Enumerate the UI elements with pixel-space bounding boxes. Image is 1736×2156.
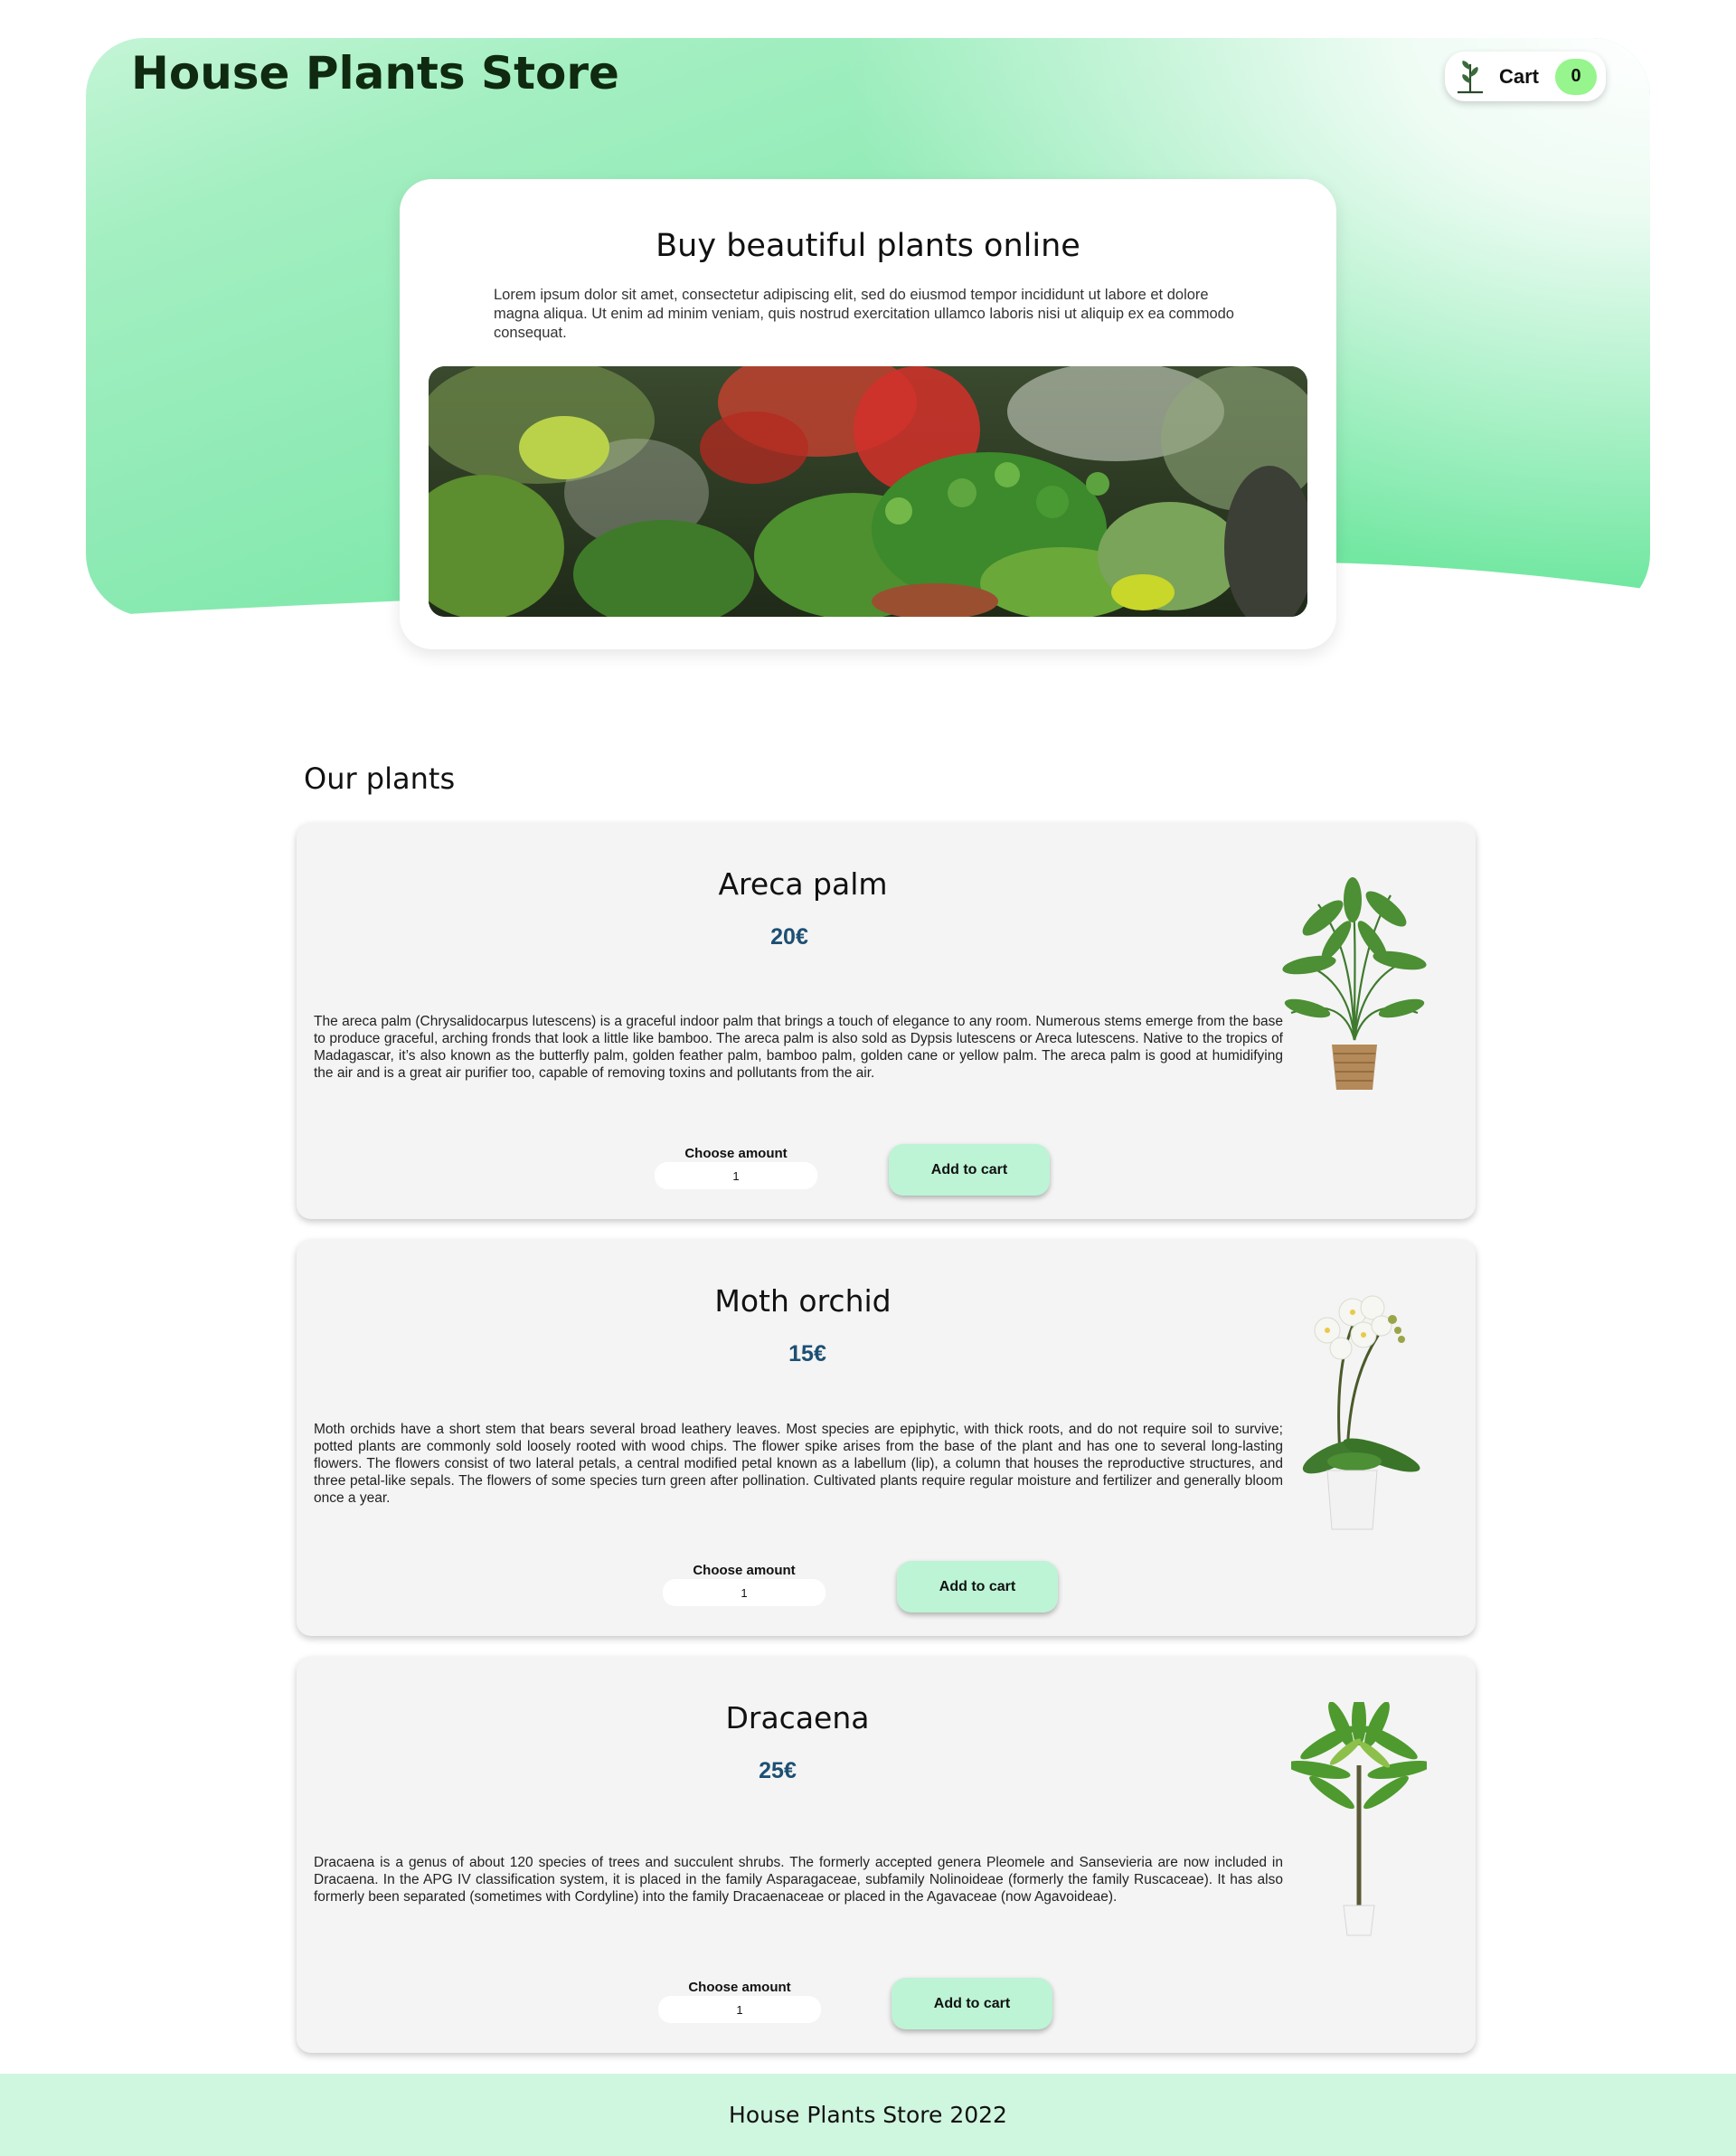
amount-label: Choose amount: [688, 1980, 791, 1995]
cart-button[interactable]: Cart 0: [1445, 52, 1606, 101]
hero-title: Buy beautiful plants online: [656, 228, 1080, 264]
add-to-cart-button[interactable]: Add to cart: [897, 1561, 1058, 1612]
footer: House Plants Store 2022: [0, 2074, 1736, 2156]
areca-palm-photo: [1282, 877, 1427, 1090]
dracaena-photo: [1291, 1702, 1427, 1936]
plant-description: Moth orchids have a short stem that bear…: [314, 1422, 1283, 1506]
plant-price: 20€: [770, 924, 808, 950]
hero-text: Lorem ipsum dolor sit amet, consectetur …: [494, 287, 1234, 341]
plants-photo: [429, 366, 1307, 617]
amount-label: Choose amount: [693, 1563, 796, 1578]
add-to-cart-button[interactable]: Add to cart: [892, 1978, 1052, 2029]
moth-orchid-photo: [1302, 1295, 1420, 1530]
plant-name: Areca palm: [718, 866, 888, 902]
amount-input[interactable]: [663, 1579, 826, 1606]
footer-text: House Plants Store 2022: [729, 2102, 1007, 2128]
cart-label: Cart: [1499, 64, 1540, 88]
plant-card-dracaena: Dracaena 25€ Dracaena is a genus of abou…: [297, 1657, 1476, 2053]
plant-price: 25€: [759, 1758, 797, 1783]
plant-card-areca-palm: Areca palm 20€ The areca palm (Chrysalid…: [297, 823, 1476, 1219]
amount-label: Choose amount: [684, 1146, 788, 1161]
cart-count-badge: 0: [1555, 58, 1597, 95]
plant-price: 15€: [788, 1341, 826, 1366]
section-title-our-plants: Our plants: [304, 761, 456, 796]
plant-name: Dracaena: [725, 1700, 870, 1735]
site-title[interactable]: House Plants Store: [131, 47, 619, 99]
plant-name: Moth orchid: [714, 1283, 892, 1319]
amount-input[interactable]: [655, 1162, 817, 1189]
amount-input[interactable]: [658, 1996, 821, 2023]
plants-photo-illustration: [429, 366, 1307, 617]
plant-description: The areca palm (Chrysalidocarpus lutesce…: [314, 1014, 1283, 1081]
plant-card-moth-orchid: Moth orchid 15€ Moth orchids have a shor…: [297, 1240, 1476, 1636]
plant-description: Dracaena is a genus of about 120 species…: [314, 1855, 1283, 1905]
hero-card: Buy beautiful plants online Lorem ipsum …: [400, 179, 1336, 649]
plant-icon: [1458, 60, 1483, 93]
add-to-cart-button[interactable]: Add to cart: [889, 1144, 1050, 1196]
